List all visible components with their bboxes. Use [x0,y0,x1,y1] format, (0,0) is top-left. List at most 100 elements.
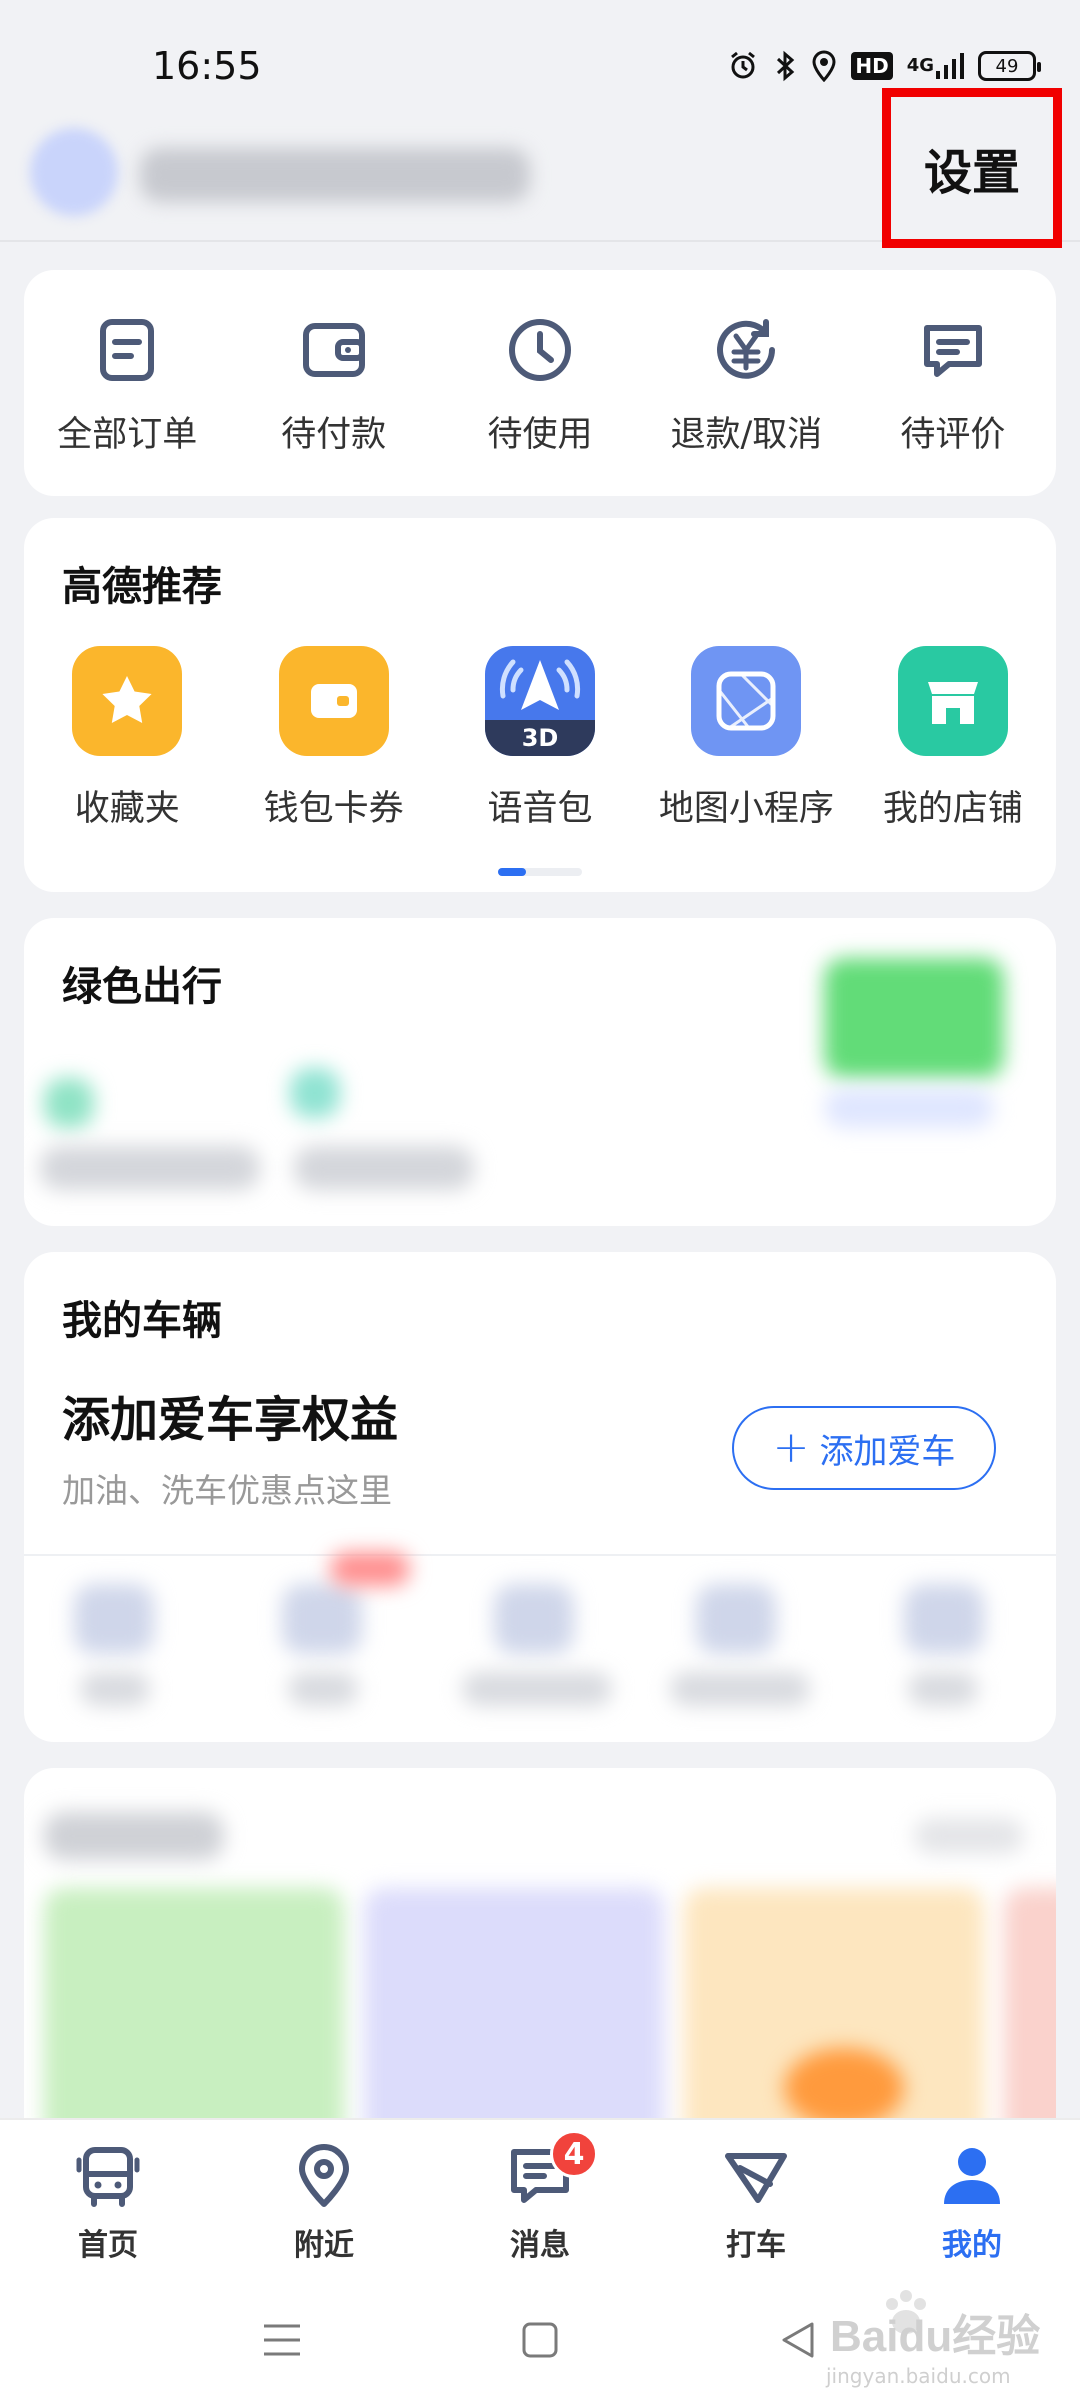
blurred-text [908,1672,978,1706]
order-all[interactable]: 全部订单 [24,270,230,496]
blurred-banner[interactable] [1004,1888,1056,2128]
order-all-label: 全部订单 [57,415,198,455]
divider [24,1554,1056,1556]
blurred-icon[interactable] [282,1584,362,1654]
hd-badge: HD [851,52,893,80]
blurred-shape [784,2048,904,2128]
nav-home[interactable]: 首页 [0,2120,216,2282]
status-time: 16:55 [152,44,262,88]
rec-mini-program-label: 地图小程序 [658,789,834,829]
rec-voice-pack[interactable]: 3D 语音包 [437,646,643,831]
star-icon [72,646,183,756]
system-nav-bar: Baidu经验 jingyan.baidu.com [0,2282,1080,2400]
vehicle-card: 我的车辆 添加爱车享权益 加油、洗车优惠点这里 + 添加爱车 [24,1252,1056,1742]
voice-3d-label: 3D [521,724,559,752]
order-to-use[interactable]: 待使用 [437,270,643,496]
comment-icon [923,325,982,377]
plus-icon: + [772,1422,810,1473]
taxi-flag-icon [725,2153,787,2203]
bluetooth-icon [773,50,797,82]
bus-icon [76,2147,140,2207]
battery-level: 49 [995,55,1019,77]
page-indicator-active [498,868,526,876]
refund-yuan-icon [717,319,776,379]
settings-label: 设置 [923,145,1020,201]
location-pin-icon [299,2144,349,2207]
rec-my-store[interactable]: 我的店铺 [850,646,1056,831]
watermark-brand: Baidu经验 [830,2312,1041,2361]
order-to-use-label: 待使用 [487,415,593,455]
blurred-icon[interactable] [74,1584,154,1654]
nav-messages-label: 消息 [510,2228,570,2263]
message-count-badge: 4 [550,2130,598,2178]
blurred-icon[interactable] [494,1584,574,1654]
battery-icon: 49 [978,51,1041,81]
mini-program-icon [691,646,802,756]
recommend-items: 收藏夹 钱包卡券 3D 语音包 地图小程序 我的店铺 [24,646,1056,831]
blurred-icon [44,1078,94,1128]
recommend-title: 高德推荐 [62,564,222,610]
blurred-badge [330,1552,410,1586]
settings-button[interactable]: 设置 [882,88,1062,248]
page-indicator [498,868,582,876]
blurred-icon[interactable] [696,1584,776,1654]
nav-nearby-label: 附近 [294,2228,354,2263]
wallet-card-icon [278,646,389,756]
green-travel-card: 绿色出行 [24,918,1056,1226]
nav-home-label: 首页 [78,2228,138,2263]
network-type: 4G [906,55,934,76]
watermark-url: jingyan.baidu.com [826,2364,1011,2388]
order-pending-payment[interactable]: 待付款 [230,270,436,496]
rec-mini-program[interactable]: 地图小程序 [643,646,849,831]
store-icon [897,646,1008,756]
blurred-title [44,1812,224,1860]
nav-messages[interactable]: 4 消息 [432,2120,648,2282]
nav-nearby[interactable]: 附近 [216,2120,432,2282]
home-square-icon[interactable] [510,2310,570,2370]
order-to-review-label: 待评价 [900,415,1006,455]
add-car-button[interactable]: + 添加爱车 [732,1406,996,1490]
rec-favorites-label: 收藏夹 [74,789,180,829]
nav-taxi-label: 打车 [726,2228,786,2263]
blurred-image [824,1088,994,1128]
rec-wallet-label: 钱包卡券 [263,789,404,829]
order-to-review[interactable]: 待评价 [850,270,1056,496]
alarm-icon [727,50,759,82]
nav-mine-label: 我的 [942,2228,1002,2263]
blurred-banner[interactable] [364,1888,664,2128]
bottom-nav: 首页 附近 4 消息 打车 我的 [0,2118,1080,2282]
blurred-text [670,1672,810,1706]
blurred-image[interactable] [824,958,1004,1078]
nav-taxi[interactable]: 打车 [648,2120,864,2282]
blurred-banner[interactable] [44,1888,344,2128]
blurred-icon [290,1068,340,1118]
order-pending-payment-label: 待付款 [281,415,387,455]
blurred-link[interactable] [914,1818,1024,1854]
blurred-text [288,1672,358,1706]
wallet-icon [302,323,365,377]
nav-mine[interactable]: 我的 [864,2120,1080,2282]
orders-card: 全部订单 待付款 待使用 退款/取消 待评价 [24,270,1056,496]
clock-icon [509,319,572,381]
rec-favorites[interactable]: 收藏夹 [24,646,230,831]
baidu-watermark: Baidu经验 jingyan.baidu.com [780,2288,1080,2400]
blurred-text [40,1146,260,1190]
menu-icon[interactable] [252,2310,312,2370]
location-icon [811,50,837,82]
vehicle-subtitle: 加油、洗车优惠点这里 [62,1471,392,1510]
vehicle-headline: 添加爱车享权益 [62,1392,399,1448]
username[interactable] [140,148,530,202]
status-icons: HD 4G 49 [727,50,1041,82]
blurred-text [462,1672,612,1706]
rec-voice-pack-label: 语音包 [487,789,593,829]
vehicle-title: 我的车辆 [62,1298,222,1344]
order-refund-label: 退款/取消 [670,415,823,455]
avatar[interactable] [30,128,118,216]
rec-my-store-label: 我的店铺 [882,789,1023,829]
order-list-icon [100,319,155,381]
blurred-text [80,1672,150,1706]
blurred-text [294,1146,474,1190]
rec-wallet[interactable]: 钱包卡券 [230,646,436,831]
order-refund[interactable]: 退款/取消 [643,270,849,496]
blurred-icon[interactable] [904,1584,984,1654]
